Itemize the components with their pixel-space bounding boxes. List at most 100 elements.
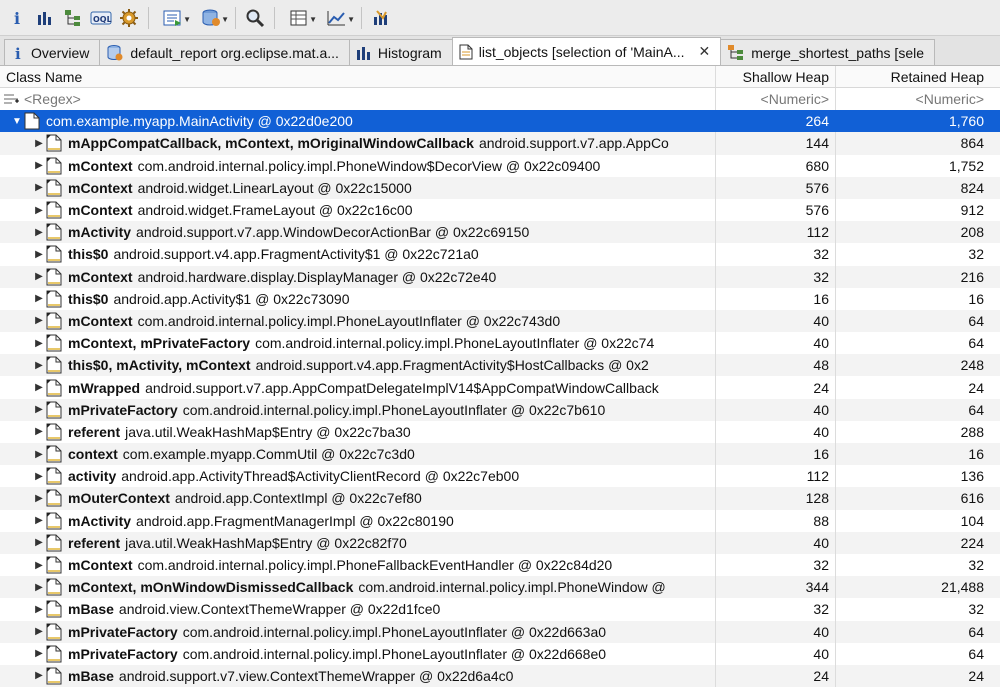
object-class: android.view.ContextThemeWrapper @ 0x22d… bbox=[118, 601, 441, 618]
expand-right-icon[interactable]: ▶ bbox=[32, 426, 46, 437]
shallow-heap-value: 264 bbox=[716, 110, 836, 133]
retained-heap-value: 104 bbox=[960, 512, 984, 529]
shallow-heap-value: 24 bbox=[716, 376, 836, 399]
expand-right-icon[interactable]: ▶ bbox=[32, 227, 46, 238]
table-row[interactable]: ▶ mContext, mOnWindowDismissedCallback com… bbox=[0, 576, 1000, 599]
regex-filter-cell[interactable]: <Regex> bbox=[0, 88, 716, 111]
object-icon bbox=[46, 578, 62, 596]
table-row[interactable]: ▶ mWrapped android.support.v7.app.AppCompa… bbox=[0, 376, 1000, 399]
object-icon bbox=[46, 223, 62, 241]
expand-right-icon[interactable]: ▶ bbox=[32, 537, 46, 548]
expand-right-icon[interactable]: ▶ bbox=[32, 338, 46, 349]
regex-filter-input[interactable]: <Regex> bbox=[24, 91, 81, 107]
table-row[interactable]: ▶ this$0, mActivity, mContext android.supp… bbox=[0, 354, 1000, 377]
shallow-heap-value: 32 bbox=[716, 243, 836, 266]
object-icon bbox=[46, 268, 62, 286]
query-browser-icon[interactable]: ▼ bbox=[193, 5, 229, 31]
expand-right-icon[interactable]: ▶ bbox=[32, 493, 46, 504]
table-row[interactable]: ▶ context com.example.myapp.CommUtil @ 0x2… bbox=[0, 443, 1000, 466]
table-row[interactable]: ▶ mContext android.widget.FrameLayout @ 0x… bbox=[0, 198, 1000, 222]
heap-dump-overview-icon[interactable] bbox=[116, 5, 142, 31]
table-row[interactable]: ▶ mBase android.view.ContextThemeWrapper @… bbox=[0, 598, 1000, 621]
table-row[interactable]: ▶ mPrivateFactory com.android.internal.pol… bbox=[0, 398, 1000, 421]
close-icon[interactable]: ✕ bbox=[699, 43, 711, 60]
object-icon bbox=[46, 401, 62, 419]
table-row[interactable]: ▶ mContext android.widget.LinearLayout @ 0… bbox=[0, 176, 1000, 199]
object-class: android.app.Activity$1 @ 0x22c73090 bbox=[113, 290, 350, 307]
run-expert-icon[interactable]: ▼ bbox=[155, 5, 191, 31]
table-row[interactable]: ▶ mActivity android.app.FragmentManagerImp… bbox=[0, 509, 1000, 532]
object-icon bbox=[46, 623, 62, 641]
object-icon bbox=[46, 512, 62, 530]
expand-right-icon[interactable]: ▶ bbox=[32, 404, 46, 415]
expand-right-icon[interactable]: ▶ bbox=[32, 471, 46, 482]
table-row-root[interactable]: ▼ com.example.myapp.MainActivity @ 0x22d… bbox=[0, 110, 1000, 133]
table-row[interactable]: ▶ mContext com.android.internal.policy.imp… bbox=[0, 154, 1000, 177]
table-row[interactable]: ▶ this$0 android.support.v4.app.FragmentAc… bbox=[0, 243, 1000, 266]
retained-filter-input[interactable]: <Numeric> bbox=[836, 88, 1000, 110]
table-row[interactable]: ▶ activity android.app.ActivityThread$Acti… bbox=[0, 465, 1000, 488]
object-class: com.android.internal.policy.impl.PhoneWi… bbox=[137, 157, 601, 174]
table-row[interactable]: ▶ mContext, mPrivateFactory com.android.in… bbox=[0, 332, 1000, 355]
column-header-shallow-heap[interactable]: Shallow Heap bbox=[716, 66, 836, 87]
table-row[interactable]: ▶ this$0 android.app.Activity$1 @ 0x22c730… bbox=[0, 287, 1000, 310]
calculate-retained-icon[interactable]: ▼ bbox=[319, 5, 355, 31]
find-object-icon[interactable] bbox=[242, 5, 268, 31]
expand-right-icon[interactable]: ▶ bbox=[32, 138, 46, 149]
shallow-heap-value: 40 bbox=[716, 642, 836, 665]
expand-right-icon[interactable]: ▶ bbox=[32, 360, 46, 371]
table-row[interactable]: ▶ mOuterContext android.app.ContextImpl @ … bbox=[0, 487, 1000, 510]
shallow-heap-value: 40 bbox=[716, 531, 836, 554]
tab-merge-shortest-paths[interactable]: merge_shortest_paths [sele bbox=[720, 39, 935, 65]
dominator-tree-icon[interactable] bbox=[60, 5, 86, 31]
expand-right-icon[interactable]: ▶ bbox=[32, 560, 46, 571]
expand-right-icon[interactable]: ▶ bbox=[32, 604, 46, 615]
tab-list-objects[interactable]: list_objects [selection of 'MainA... ✕ bbox=[451, 37, 722, 65]
expand-right-icon[interactable]: ▶ bbox=[32, 205, 46, 216]
table-row[interactable]: ▶ mContext com.android.internal.policy.imp… bbox=[0, 309, 1000, 333]
table-row[interactable]: ▶ mContext com.android.internal.policy.imp… bbox=[0, 553, 1000, 577]
expand-right-icon[interactable]: ▶ bbox=[32, 160, 46, 171]
table-row[interactable]: ▶ mPrivateFactory com.android.internal.pol… bbox=[0, 620, 1000, 643]
expand-right-icon[interactable]: ▶ bbox=[32, 670, 46, 681]
tab-overview[interactable]: i Overview bbox=[4, 39, 101, 65]
expand-right-icon[interactable]: ▶ bbox=[32, 582, 46, 593]
expand-right-icon[interactable]: ▶ bbox=[32, 315, 46, 326]
field-name: mBase bbox=[68, 667, 114, 684]
tab-histogram[interactable]: Histogram bbox=[348, 39, 453, 65]
expand-right-icon[interactable]: ▶ bbox=[32, 648, 46, 659]
toolbar-separator bbox=[274, 6, 275, 29]
svg-text:i: i bbox=[14, 9, 20, 27]
shallow-heap-value: 40 bbox=[716, 309, 836, 333]
chevron-down-icon: ▼ bbox=[183, 14, 191, 24]
histogram-icon[interactable] bbox=[32, 5, 58, 31]
oql-icon[interactable]: OQL bbox=[88, 5, 114, 31]
column-header-class-name[interactable]: Class Name bbox=[0, 66, 716, 87]
expand-down-icon[interactable]: ▼ bbox=[10, 116, 24, 127]
table-row[interactable]: ▶ referent java.util.WeakHashMap$Entry @ 0… bbox=[0, 531, 1000, 554]
expand-right-icon[interactable]: ▶ bbox=[32, 382, 46, 393]
expand-right-icon[interactable]: ▶ bbox=[32, 626, 46, 637]
pin-icon[interactable] bbox=[368, 5, 394, 31]
expand-right-icon[interactable]: ▶ bbox=[32, 449, 46, 460]
table-row[interactable]: ▶ mContext android.hardware.display.Displa… bbox=[0, 265, 1000, 288]
expand-right-icon[interactable]: ▶ bbox=[32, 293, 46, 304]
expand-right-icon[interactable]: ▶ bbox=[32, 249, 46, 260]
expand-right-icon[interactable]: ▶ bbox=[32, 271, 46, 282]
table-row[interactable]: ▶ referent java.util.WeakHashMap$Entry @ 0… bbox=[0, 420, 1000, 443]
table-row[interactable]: ▶ mPrivateFactory com.android.internal.pol… bbox=[0, 642, 1000, 665]
table-row[interactable]: ▶ mActivity android.support.v7.app.WindowD… bbox=[0, 221, 1000, 244]
object-icon bbox=[46, 379, 62, 397]
shallow-heap-value: 16 bbox=[716, 443, 836, 466]
field-name: mAppCompatCallback, mContext, mOriginalW… bbox=[68, 135, 474, 152]
column-header-retained-heap[interactable]: Retained Heap bbox=[836, 66, 1000, 87]
expand-right-icon[interactable]: ▶ bbox=[32, 182, 46, 193]
field-name: mPrivateFactory bbox=[68, 645, 178, 662]
expand-right-icon[interactable]: ▶ bbox=[32, 515, 46, 526]
info-icon[interactable]: i bbox=[4, 5, 30, 31]
table-row[interactable]: ▶ mAppCompatCallback, mContext, mOriginal… bbox=[0, 132, 1000, 155]
group-by-icon[interactable]: ▼ bbox=[281, 5, 317, 31]
tab-default-report[interactable]: default_report org.eclipse.mat.a... bbox=[99, 39, 350, 65]
shallow-filter-input[interactable]: <Numeric> bbox=[716, 88, 836, 111]
object-class: com.android.internal.policy.impl.PhoneLa… bbox=[255, 335, 655, 352]
